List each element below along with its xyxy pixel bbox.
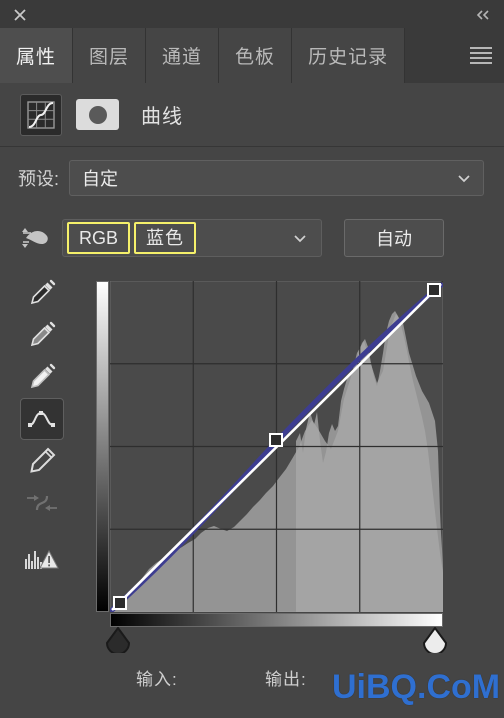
mask-dot <box>88 105 107 124</box>
channel-dropdown[interactable]: RGB 蓝色 <box>62 219 322 257</box>
watermark: UiBQ.CoM <box>332 668 501 706</box>
input-label: 输入: <box>136 669 178 689</box>
auto-button[interactable]: 自动 <box>344 219 444 257</box>
curve-tools-column <box>18 272 66 580</box>
hamburger-menu-icon[interactable] <box>458 28 504 83</box>
preset-dropdown[interactable]: 自定 <box>69 160 484 196</box>
tab-label: 通道 <box>162 47 203 68</box>
curve-preset-options-icon[interactable] <box>16 223 56 253</box>
layer-mask-icon[interactable] <box>76 99 119 130</box>
pencil-draw-curve-icon[interactable] <box>20 440 64 482</box>
tabbar-spacer <box>405 28 458 83</box>
auto-button-label: 自动 <box>376 229 412 249</box>
preset-label: 预设: <box>18 169 60 189</box>
gray-point-eyedropper-icon[interactable] <box>20 314 64 356</box>
edit-points-curve-icon[interactable] <box>20 398 64 440</box>
adjustment-header: 曲线 <box>0 83 504 147</box>
tab-layers[interactable]: 图层 <box>73 28 147 83</box>
channel-selected-label: 蓝色 <box>134 222 197 254</box>
tab-label: 属性 <box>16 47 57 68</box>
preset-value: 自定 <box>82 169 119 189</box>
close-icon[interactable] <box>12 7 28 23</box>
panel-tabbar: 属性 图层 通道 色板 历史记录 <box>0 28 504 84</box>
curves-adjustment-icon[interactable] <box>20 93 62 136</box>
white-input-slider-handle <box>422 627 448 653</box>
tab-label: 历史记录 <box>308 47 389 68</box>
properties-panel: 属性 图层 通道 色板 历史记录 曲线 预设: 自定 RGB 蓝色 自动 输入:… <box>0 0 504 718</box>
collapse-double-left-icon[interactable] <box>474 7 492 23</box>
channel-row: RGB 蓝色 自动 <box>0 214 504 262</box>
hamburger-bars <box>470 44 492 67</box>
smooth-curve-icon[interactable] <box>20 482 64 524</box>
chevron-down-icon <box>293 231 307 245</box>
black-point-eyedropper-icon[interactable] <box>20 272 64 314</box>
curves-graph[interactable] <box>110 281 443 612</box>
tab-swatches[interactable]: 色板 <box>219 28 293 83</box>
histogram-warning-icon[interactable] <box>20 538 64 580</box>
panel-titlebar <box>0 0 504 29</box>
tab-label: 图层 <box>89 47 130 68</box>
page-title: 曲线 <box>141 106 183 128</box>
tab-properties[interactable]: 属性 <box>0 28 74 83</box>
output-gradient-bar <box>96 281 109 612</box>
tab-history[interactable]: 历史记录 <box>292 28 406 83</box>
white-point-eyedropper-icon[interactable] <box>20 356 64 398</box>
tab-channels[interactable]: 通道 <box>146 28 220 83</box>
chevron-down-icon <box>457 171 471 185</box>
tab-label: 色板 <box>235 47 276 68</box>
output-label: 输出: <box>265 669 307 689</box>
black-input-slider-handle <box>105 627 131 653</box>
input-gradient-bar <box>110 613 443 627</box>
preset-row: 预设: 自定 <box>0 147 504 209</box>
channel-mode-label: RGB <box>67 222 131 254</box>
input-slider-handles <box>104 627 450 653</box>
